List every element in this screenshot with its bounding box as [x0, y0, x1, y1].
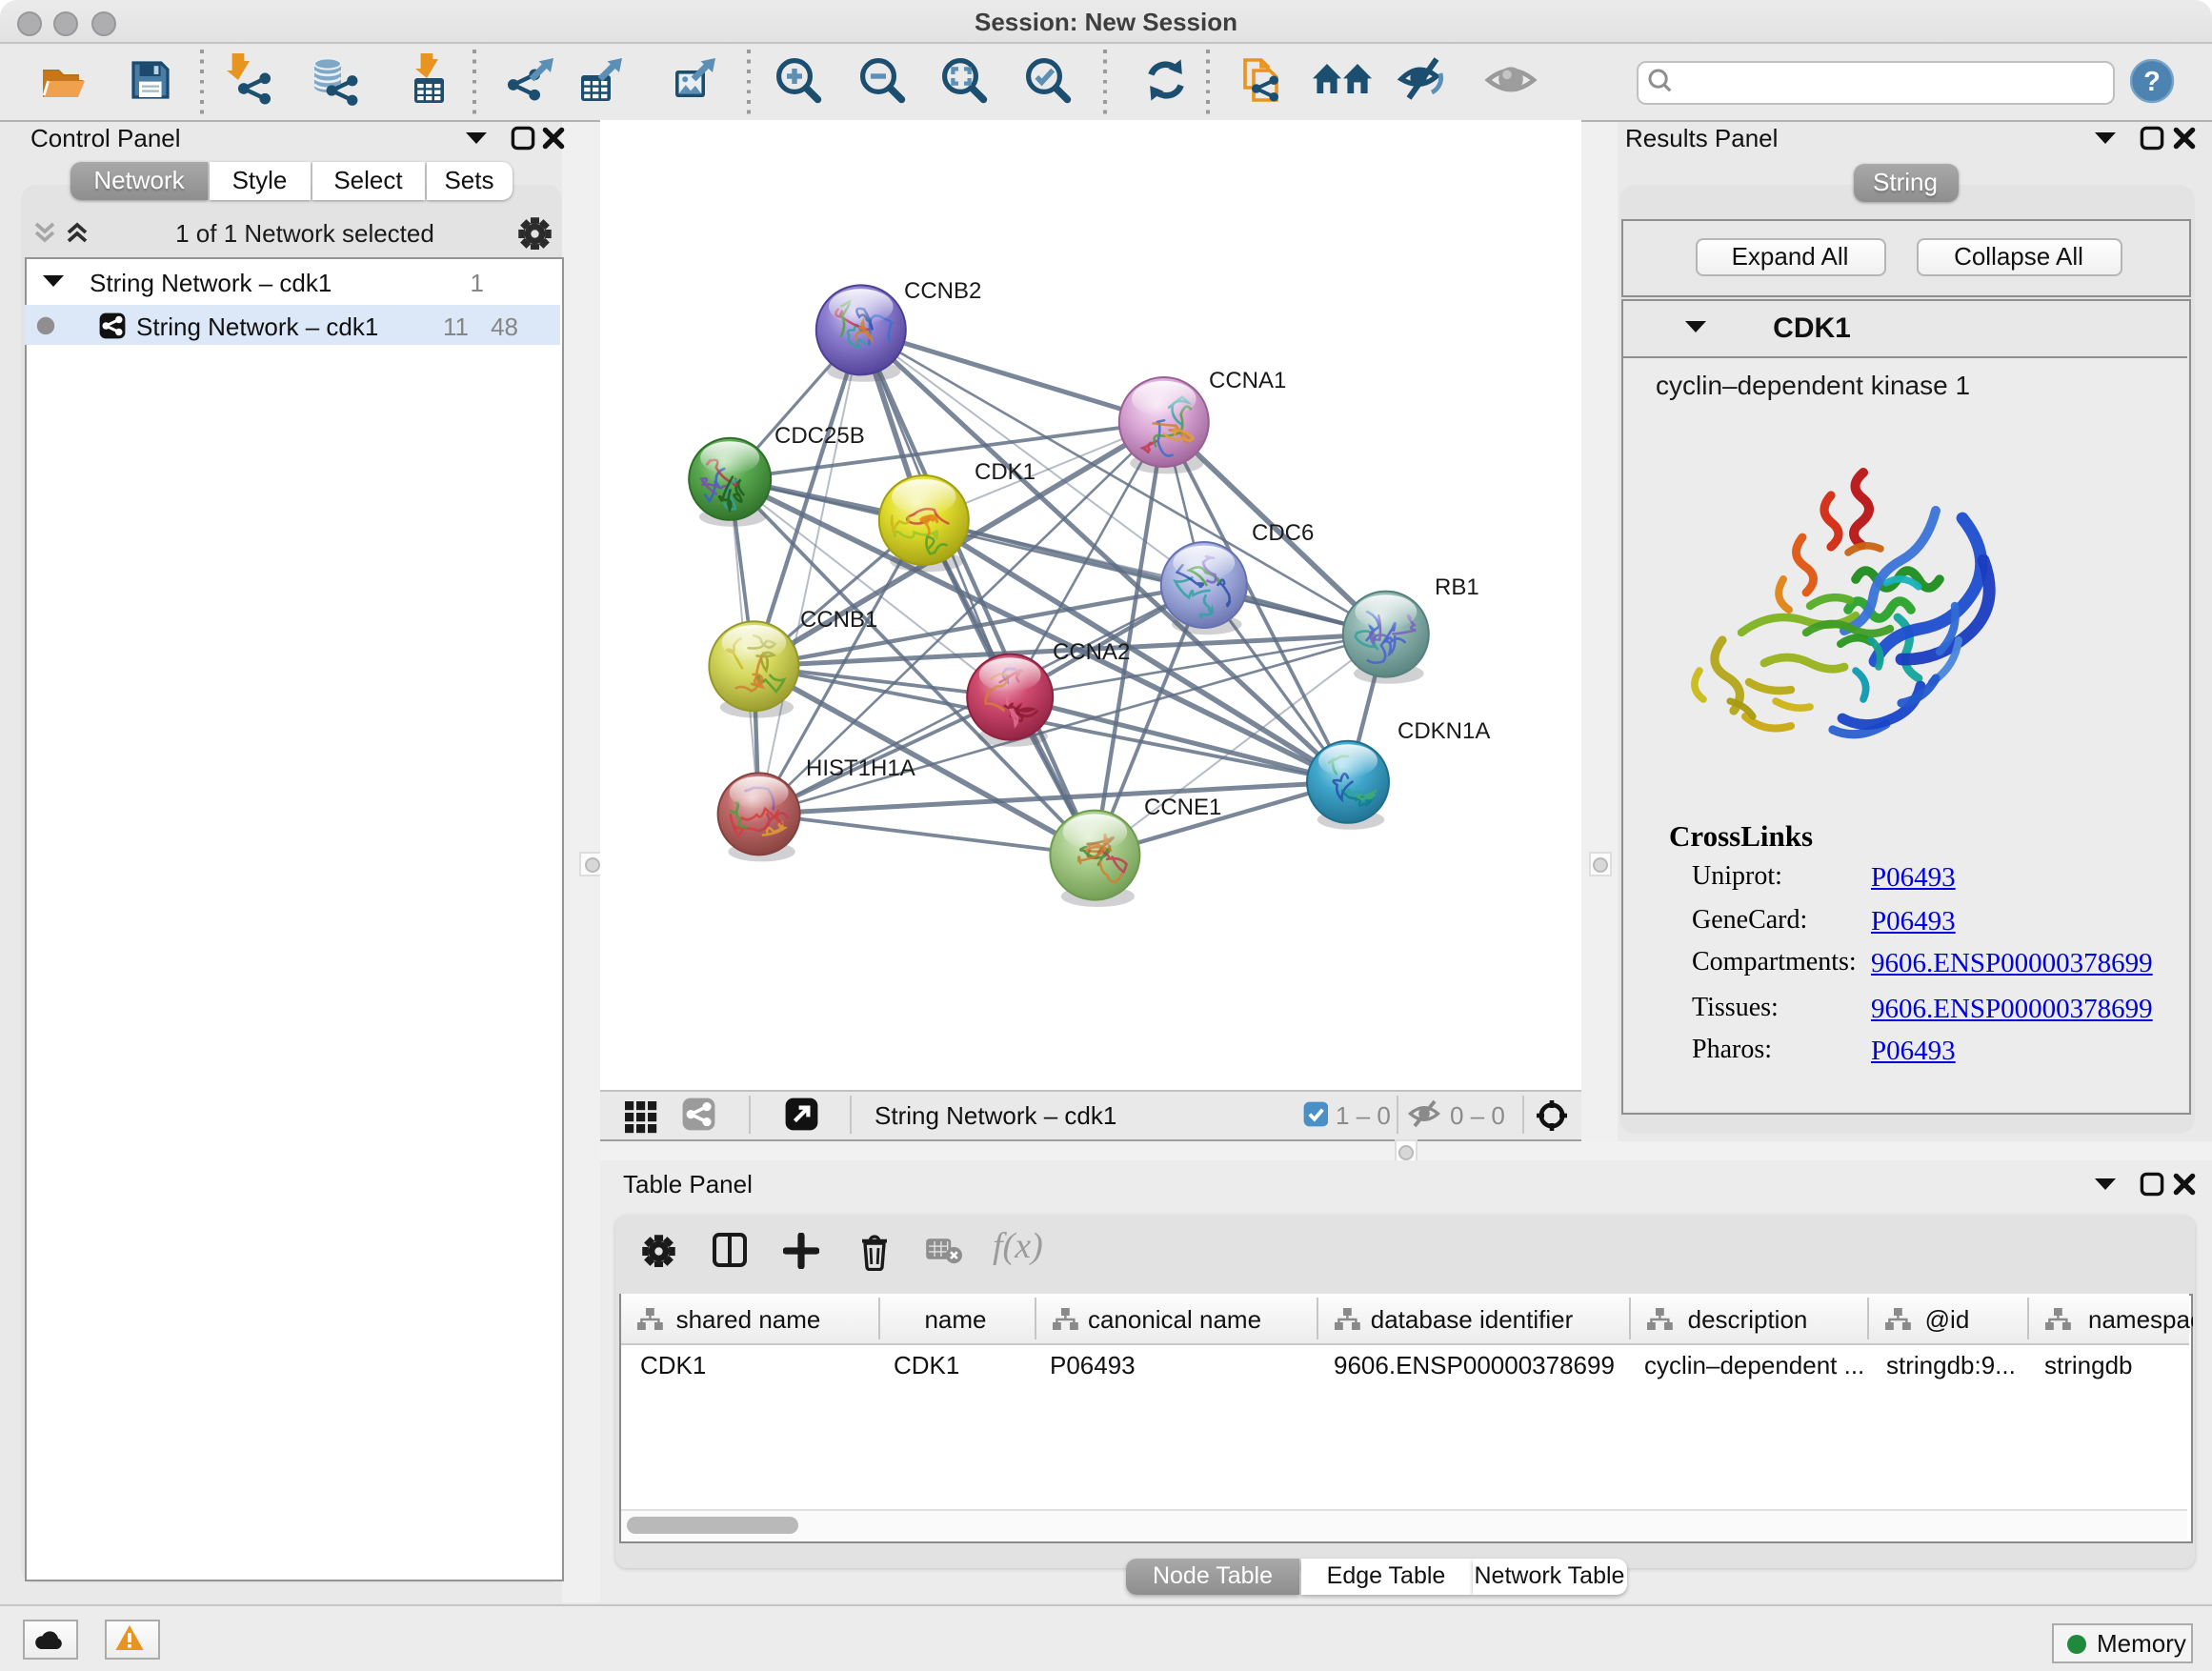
svg-text:CCNB1: CCNB1 — [799, 607, 876, 633]
svg-text:CCNA2: CCNA2 — [1052, 639, 1129, 665]
svg-text:?: ? — [2143, 66, 2161, 96]
svg-text:CDC6: CDC6 — [1251, 520, 1313, 546]
svg-text:CDKN1A: CDKN1A — [1397, 718, 1489, 744]
svg-text:HIST1H1A: HIST1H1A — [805, 755, 915, 781]
svg-text:CCNA1: CCNA1 — [1208, 368, 1285, 393]
svg-text:CCNE1: CCNE1 — [1143, 795, 1220, 820]
svg-text:CCNB2: CCNB2 — [903, 278, 980, 304]
svg-text:CDC25B: CDC25B — [774, 423, 864, 449]
svg-text:CDK1: CDK1 — [974, 459, 1035, 485]
svg-text:RB1: RB1 — [1434, 574, 1478, 600]
